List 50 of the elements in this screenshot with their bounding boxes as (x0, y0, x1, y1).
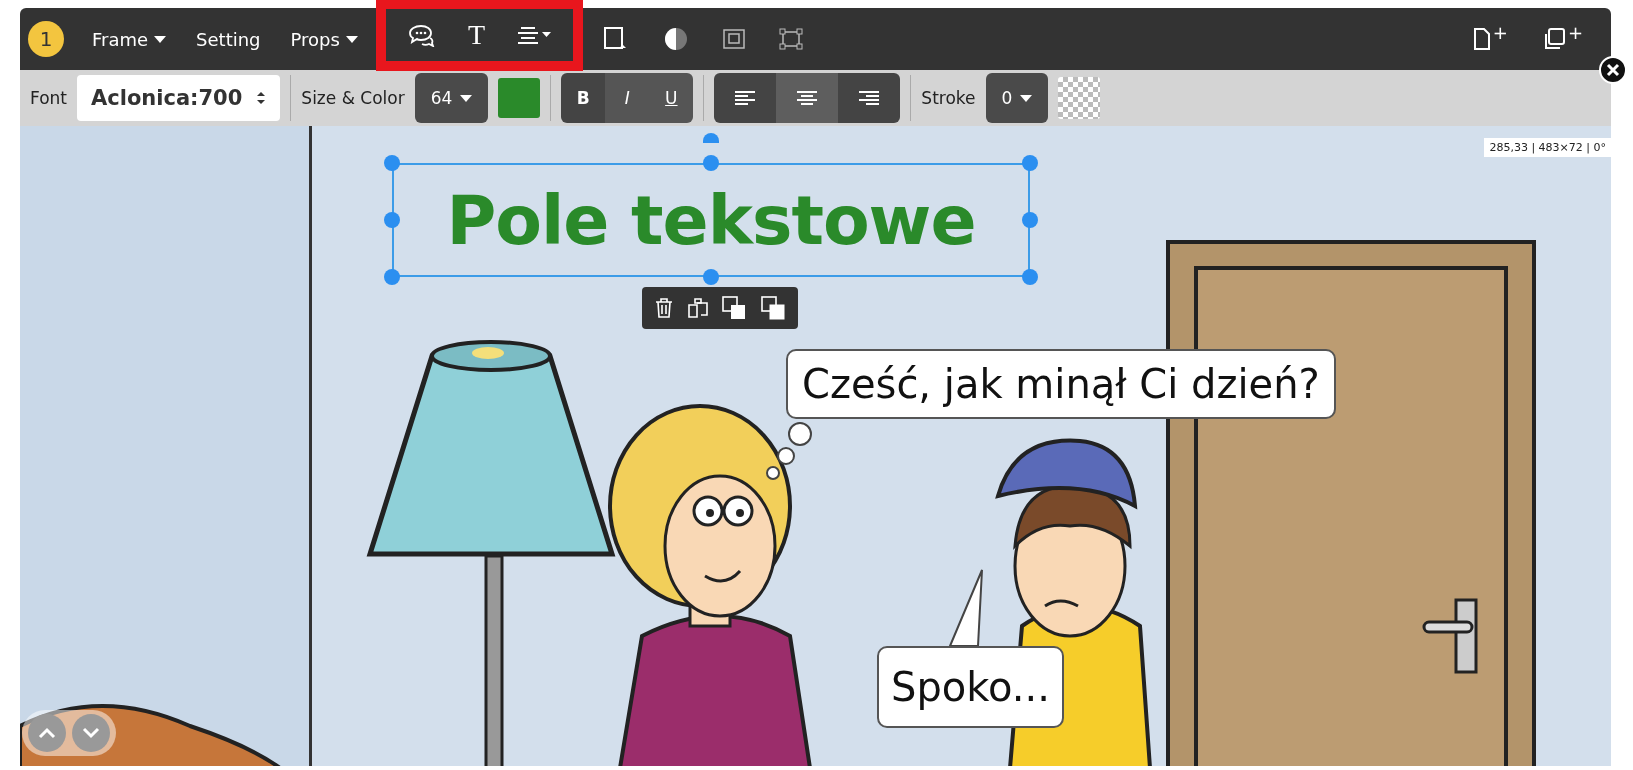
contrast-icon (663, 26, 689, 52)
align-right-icon (859, 90, 880, 106)
copy-icon[interactable] (687, 298, 708, 318)
chevron-down-icon (82, 727, 100, 739)
speech-bubble[interactable]: Spoko... (877, 646, 1064, 728)
close-button[interactable] (1599, 56, 1627, 84)
align-center-icon (797, 90, 818, 106)
close-icon (1606, 63, 1620, 77)
text-style-button[interactable]: B (561, 73, 606, 123)
crop-frame-icon (603, 26, 629, 52)
alignment-button[interactable] (838, 73, 901, 123)
chat-bubbles-icon (407, 23, 436, 47)
menu-button[interactable]: Props (278, 22, 370, 56)
menu-button[interactable]: Setting (184, 22, 273, 56)
text-tool-button[interactable]: T (453, 13, 499, 57)
text-style-button[interactable]: U (649, 73, 694, 123)
align-left-icon (735, 90, 756, 106)
selection-info: 285,33 | 483×72 | 0° (1484, 138, 1611, 157)
transparent-swatch[interactable] (1058, 77, 1101, 119)
alignment-button[interactable] (776, 73, 839, 123)
stroke-dropdown[interactable]: 0 (985, 73, 1049, 123)
size-color-label: Size & Color (301, 88, 405, 108)
frame-number-badge: 1 (28, 21, 64, 57)
fit-frame-icon (723, 29, 745, 49)
caret-icon (345, 35, 358, 43)
bring-forward-icon[interactable] (722, 296, 747, 320)
chevron-up-icon (38, 727, 56, 739)
send-backward-icon[interactable] (760, 296, 785, 320)
caret-icon (1020, 94, 1033, 102)
color-swatch[interactable] (498, 78, 541, 118)
speech-bubble[interactable]: Cześć, jak minął Ci dzień? (786, 349, 1336, 419)
alignment-button[interactable] (714, 73, 777, 123)
duplicate-button[interactable]: + (1527, 21, 1597, 57)
resize-handles-icon (779, 28, 803, 50)
align-dropdown-icon (517, 25, 551, 45)
new-page-icon (1472, 27, 1491, 51)
caret-icon (154, 35, 167, 43)
stroke-label: Stroke (921, 88, 976, 108)
menu-button[interactable]: Frame (80, 22, 179, 56)
rotate-handle[interactable] (703, 133, 719, 143)
font-label: Font (30, 88, 67, 108)
size-dropdown[interactable]: 64 (414, 73, 489, 123)
font-select[interactable]: Aclonica:700 (77, 75, 281, 121)
new-page-button[interactable]: + (1458, 21, 1522, 57)
trash-icon[interactable] (655, 298, 674, 318)
caret-icon (460, 94, 473, 102)
text-box-content: Pole tekstowe (446, 180, 976, 260)
text-style-button[interactable]: I (605, 73, 650, 123)
updown-icon (256, 91, 267, 105)
thought-dots-drawing (766, 422, 812, 480)
